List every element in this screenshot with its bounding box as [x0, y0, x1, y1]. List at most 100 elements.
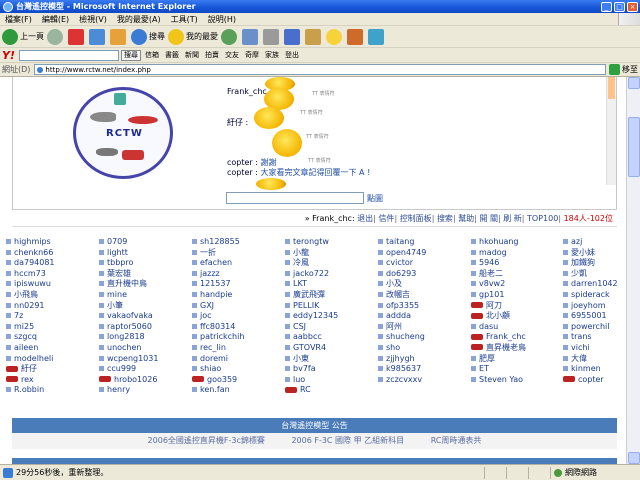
shoutbox-scrollbar[interactable] — [606, 77, 616, 185]
member-item[interactable]: rec_lin — [192, 343, 284, 354]
member-item[interactable]: 紆仔 — [6, 364, 98, 375]
scroll-up-button[interactable] — [628, 77, 640, 89]
member-item[interactable]: gp101 — [471, 290, 563, 301]
edit-button[interactable] — [284, 28, 302, 45]
home-button[interactable] — [110, 28, 128, 45]
member-item[interactable]: modelheli — [6, 354, 98, 365]
member-item[interactable]: 直昇機老鳥 — [471, 343, 563, 354]
shout-user[interactable]: copter : — [227, 158, 258, 167]
member-item[interactable]: eddy12345 — [285, 311, 377, 322]
shout-user[interactable]: 紆仔 : — [227, 118, 248, 127]
nav-user[interactable]: » Frank_chc: — [305, 214, 355, 223]
member-item[interactable]: ipiswuwu — [6, 279, 98, 290]
member-item[interactable]: 北小顧 — [471, 311, 563, 322]
menu-file[interactable]: 檔案(F) — [0, 14, 37, 25]
yahoo-dating[interactable]: 交友 — [225, 50, 239, 60]
member-item[interactable]: handpie — [192, 290, 284, 301]
member-item[interactable]: shiao — [192, 364, 284, 375]
member-item[interactable]: hkohuang — [471, 237, 563, 248]
member-item[interactable]: 一折 — [192, 248, 284, 259]
scroll-thumb[interactable] — [628, 117, 640, 177]
close-button[interactable]: × — [627, 1, 638, 12]
yahoo-news[interactable]: 新聞 — [185, 50, 199, 60]
go-button[interactable]: 移至 — [609, 64, 638, 75]
member-item[interactable]: ccu999 — [99, 364, 191, 375]
maximize-button[interactable]: □ — [614, 1, 625, 12]
search-button[interactable]: 搜尋 — [131, 28, 165, 45]
member-item[interactable]: wcpeng1031 — [99, 354, 191, 365]
messenger-button[interactable] — [326, 28, 344, 45]
member-item[interactable]: Frank_chc — [471, 332, 563, 343]
member-item[interactable]: ET — [471, 364, 563, 375]
scroll-down-button[interactable] — [628, 452, 640, 464]
member-item[interactable]: open4749 — [378, 248, 470, 259]
nav-logout[interactable]: 退出 — [357, 214, 373, 223]
member-item[interactable]: long2818 — [99, 332, 191, 343]
yahoo-mail[interactable]: 信箱 — [145, 50, 159, 60]
discuss-button[interactable] — [305, 28, 323, 45]
menu-view[interactable]: 檢視(V) — [74, 14, 112, 25]
member-item[interactable]: ofp3355 — [378, 301, 470, 312]
member-item[interactable]: mi25 — [6, 322, 98, 333]
member-item[interactable]: zjjhygh — [378, 354, 470, 365]
member-item[interactable]: Steven Yao — [471, 375, 563, 386]
member-item[interactable]: sho — [378, 343, 470, 354]
member-item[interactable]: sh128855 — [192, 237, 284, 248]
member-item[interactable]: goo359 — [192, 375, 284, 386]
history-button[interactable] — [221, 28, 239, 45]
favorites-button[interactable]: 我的最愛 — [168, 28, 218, 45]
forward-button[interactable] — [47, 28, 65, 45]
mail-button[interactable] — [242, 28, 260, 45]
member-item[interactable]: GXJ — [192, 301, 284, 312]
refresh-button[interactable] — [89, 28, 107, 45]
announcement-item[interactable]: 2006 F-3C 國際 甲 乙組新科目 — [291, 436, 404, 445]
member-item[interactable]: 直升機中鳥 — [99, 279, 191, 290]
member-item[interactable]: addda — [378, 311, 470, 322]
shout-user[interactable]: copter : — [227, 168, 258, 177]
menu-tools[interactable]: 工具(T) — [166, 14, 203, 25]
member-item[interactable]: 阿刀 — [471, 301, 563, 312]
member-item[interactable]: k985637 — [378, 364, 470, 375]
member-item[interactable]: cvictor — [378, 258, 470, 269]
member-item[interactable]: mine — [99, 290, 191, 301]
member-item[interactable]: taitang — [378, 237, 470, 248]
back-button[interactable]: 上一頁 — [2, 28, 44, 45]
member-item[interactable]: 小及 — [378, 279, 470, 290]
member-item[interactable]: hccm73 — [6, 269, 98, 280]
member-item[interactable]: highmips — [6, 237, 98, 248]
member-item[interactable]: 冷風 — [285, 258, 377, 269]
member-item[interactable]: doremi — [192, 354, 284, 365]
member-item[interactable]: RC — [285, 385, 377, 396]
member-item[interactable]: dasu — [471, 322, 563, 333]
member-item[interactable]: 7z — [6, 311, 98, 322]
member-item[interactable]: henry — [99, 385, 191, 396]
print-button[interactable] — [263, 28, 281, 45]
member-item[interactable]: 小龍 — [285, 248, 377, 259]
member-item[interactable]: 小筆 — [99, 301, 191, 312]
address-input[interactable]: http://www.rctw.net/index.php — [34, 64, 606, 75]
menu-edit[interactable]: 編輯(E) — [37, 14, 74, 25]
member-item[interactable]: madog — [471, 248, 563, 259]
member-item[interactable]: 0709 — [99, 237, 191, 248]
member-item[interactable]: v8vw2 — [471, 279, 563, 290]
toolbar-extra-button[interactable] — [368, 28, 386, 45]
minimize-button[interactable]: _ — [601, 1, 612, 12]
shout-input[interactable] — [226, 192, 364, 204]
menu-favorites[interactable]: 我的最愛(A) — [112, 14, 166, 25]
member-item[interactable]: 阿州 — [378, 322, 470, 333]
member-item[interactable]: unochen — [99, 343, 191, 354]
member-item[interactable]: do6293 — [378, 269, 470, 280]
member-item[interactable]: R.obbin — [6, 385, 98, 396]
member-item[interactable]: shucheng — [378, 332, 470, 343]
member-item[interactable]: jazzz — [192, 269, 284, 280]
member-item[interactable]: 船老二 — [471, 269, 563, 280]
stop-button[interactable] — [68, 28, 86, 45]
member-item[interactable]: zczcvxxv — [378, 375, 470, 386]
nav-help[interactable]: 幫助 — [458, 214, 474, 223]
member-item[interactable]: nn0291 — [6, 301, 98, 312]
yahoo-logo[interactable]: Y! — [2, 49, 15, 62]
yahoo-search-button[interactable]: 搜尋 — [120, 49, 141, 61]
member-item[interactable]: 廣武飛彈 — [285, 290, 377, 301]
member-item[interactable]: rex — [6, 375, 98, 386]
member-item[interactable]: szgcq — [6, 332, 98, 343]
